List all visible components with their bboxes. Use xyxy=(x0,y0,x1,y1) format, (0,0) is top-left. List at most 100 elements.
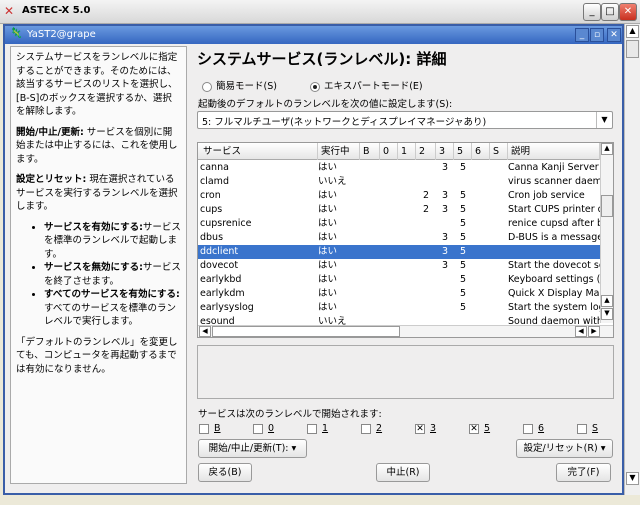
page-title: システムサービス(ランレベル): 詳細 xyxy=(197,50,447,68)
chevron-down-icon[interactable]: ▼ xyxy=(596,112,612,128)
checkbox-icon[interactable] xyxy=(361,423,371,434)
radio-checked-icon[interactable] xyxy=(310,81,320,92)
back-button[interactable]: 戻る(B) xyxy=(198,463,252,482)
maximize-button[interactable]: □ xyxy=(601,3,619,21)
start-stop-refresh-button[interactable]: 開始/中止/更新(T): ▾ xyxy=(198,439,307,458)
column-header[interactable]: 実行中 xyxy=(318,143,360,160)
table-cell: 3 xyxy=(441,190,449,201)
scroll-right-icon[interactable]: ▶ xyxy=(588,326,600,337)
runlevel-checkbox-B[interactable]: B xyxy=(199,423,221,434)
column-header[interactable]: 0 xyxy=(380,143,398,160)
scroll-thumb[interactable] xyxy=(626,40,639,58)
table-cell: canna xyxy=(200,162,229,173)
runlevel-checkbox-0[interactable]: 0 xyxy=(253,423,274,434)
scroll-up-icon[interactable]: ▲ xyxy=(601,143,613,155)
runlevel-checkbox-6[interactable]: 6 xyxy=(523,423,544,434)
scroll-up-icon[interactable]: ▲ xyxy=(626,25,639,38)
checkbox-icon[interactable] xyxy=(199,423,209,434)
table-row[interactable]: cupsrenice はい 5 renice cupsd after boot xyxy=(198,217,600,231)
inner-restore-button[interactable]: ▫ xyxy=(590,28,604,42)
table-row[interactable]: cups はい 235 Start CUPS printer daemon xyxy=(198,203,600,217)
table-row[interactable]: cron はい 2 3 5 Cron job service xyxy=(198,189,600,203)
table-cell: Keyboard settings (early) xyxy=(508,274,600,285)
table-row[interactable]: ddclient はい 3 5 xyxy=(198,245,600,259)
minimize-button[interactable]: _ xyxy=(583,3,601,21)
checkbox-checked-icon[interactable]: ✕ xyxy=(415,423,425,434)
set-reset-button[interactable]: 設定/リセット(R) ▾ xyxy=(516,439,613,458)
table-cell: 3 xyxy=(441,232,449,243)
runlevel-label: サービスは次のランレベルで開始されます: xyxy=(198,409,382,420)
runlevel-checkbox-2[interactable]: 2 xyxy=(361,423,382,434)
column-header[interactable]: 5 xyxy=(454,143,472,160)
table-cell: earlykbd xyxy=(200,274,242,285)
table-cell: はい xyxy=(318,302,338,313)
column-header[interactable]: B xyxy=(360,143,380,160)
table-vertical-scrollbar[interactable]: ▲ ▲ ▼ xyxy=(600,143,613,323)
table-cell: Start the dovecot server xyxy=(508,260,600,271)
table-cell: 5 xyxy=(459,218,467,229)
close-button[interactable]: ✕ xyxy=(619,3,637,21)
table-row[interactable]: canna はい 3 5 Canna Kanji Server xyxy=(198,161,600,175)
scroll-thumb[interactable] xyxy=(601,195,613,217)
table-cell: はい xyxy=(318,162,338,173)
table-cell: 2 xyxy=(422,204,430,215)
column-header[interactable]: 説明 xyxy=(508,143,600,160)
help-intro: システムサービスをランレベルに指定することができます。そのためには、該当するサー… xyxy=(16,52,178,117)
table-cell: 3 xyxy=(441,260,449,271)
services-table[interactable]: サービス 実行中 B 0 1 2 3 5 6 S 説明 canna はい 3 5 Canna Kanji Se… xyxy=(197,142,614,338)
checkbox-icon[interactable] xyxy=(577,423,587,434)
runlevel-checkbox-3[interactable]: ✕ 3 xyxy=(415,423,436,434)
scroll-down-icon[interactable]: ▼ xyxy=(601,308,613,320)
help-start-stop: 開始/中止/更新: サービスを個別に開始または中止するには、これを使用します。 xyxy=(16,126,178,165)
checkbox-icon[interactable] xyxy=(253,423,263,434)
inner-minimize-button[interactable]: _ xyxy=(575,28,589,42)
column-header[interactable]: S xyxy=(490,143,508,160)
default-runlevel-select[interactable]: 5: フルマルチユーザ(ネットワークとディスプレイマネージャあり) ▼ xyxy=(197,111,613,129)
scroll-left-icon[interactable]: ◀ xyxy=(575,326,587,337)
table-row[interactable]: earlykdm はい 5 Quick X Display Manager xyxy=(198,287,600,301)
table-cell: 5 xyxy=(459,190,467,201)
runlevel-checkbox-1[interactable]: 1 xyxy=(307,423,328,434)
table-cell: cron xyxy=(200,190,221,201)
scroll-left-icon[interactable]: ◀ xyxy=(199,326,211,337)
checkbox-icon[interactable] xyxy=(307,423,317,434)
radio-icon[interactable] xyxy=(202,81,212,92)
table-cell: はい xyxy=(318,218,338,229)
table-row[interactable]: clamd いいえ virus scanner daemon xyxy=(198,175,600,189)
scroll-thumb[interactable] xyxy=(212,326,400,337)
column-header[interactable]: 2 xyxy=(416,143,436,160)
checkbox-checked-icon[interactable]: ✕ xyxy=(469,423,479,434)
help-bullet: サービスを有効にする:サービスを標準のランレベルで起動します。 xyxy=(44,221,181,262)
runlevel-checkbox-S[interactable]: S xyxy=(577,423,598,434)
column-header[interactable]: 3 xyxy=(436,143,454,160)
table-row[interactable]: dbus はい 35 D-BUS is a message bus xyxy=(198,231,600,245)
column-header[interactable]: 1 xyxy=(398,143,416,160)
column-header[interactable]: 6 xyxy=(472,143,490,160)
table-cell: いいえ xyxy=(318,176,347,187)
table-cell: 5 xyxy=(459,246,467,257)
abort-button[interactable]: 中止(R) xyxy=(376,463,430,482)
radio-expert-mode[interactable]: エキスパートモード(E) xyxy=(310,78,423,92)
checkbox-icon[interactable] xyxy=(523,423,533,434)
table-row[interactable]: earlysyslog はい 5 Start the system log xyxy=(198,301,600,315)
help-bullets: サービスを有効にする:サービスを標準のランレベルで起動します。 サービスを無効に… xyxy=(44,221,181,329)
outer-vertical-scrollbar[interactable]: ▲ ▼ xyxy=(624,24,640,495)
table-cell: 5 xyxy=(459,302,467,313)
table-cell: Cron job service xyxy=(508,190,585,201)
scroll-down-icon[interactable]: ▼ xyxy=(626,472,639,485)
outer-window-title: ASTEC-X 5.0 xyxy=(22,5,91,16)
table-cell: 5 xyxy=(459,204,467,215)
table-horizontal-scrollbar[interactable]: ◀ ◀ ▶ xyxy=(198,325,613,337)
table-cell: 3 xyxy=(441,246,449,257)
inner-close-button[interactable]: ✕ xyxy=(607,28,621,42)
chevron-down-icon: ▾ xyxy=(600,443,606,454)
table-header[interactable]: サービス 実行中 B 0 1 2 3 5 6 S 説明 xyxy=(198,143,600,160)
table-row[interactable]: dovecot はい 35 Start the dovecot server xyxy=(198,259,600,273)
radio-simple-mode[interactable]: 簡易モード(S) xyxy=(202,78,277,92)
scroll-up-icon[interactable]: ▲ xyxy=(601,295,613,307)
table-row[interactable]: earlykbd はい 5 Keyboard settings (early) xyxy=(198,273,600,287)
table-cell: 2 xyxy=(422,190,430,201)
column-header[interactable]: サービス xyxy=(200,143,318,160)
finish-button[interactable]: 完了(F) xyxy=(556,463,611,482)
runlevel-checkbox-5[interactable]: ✕ 5 xyxy=(469,423,490,434)
